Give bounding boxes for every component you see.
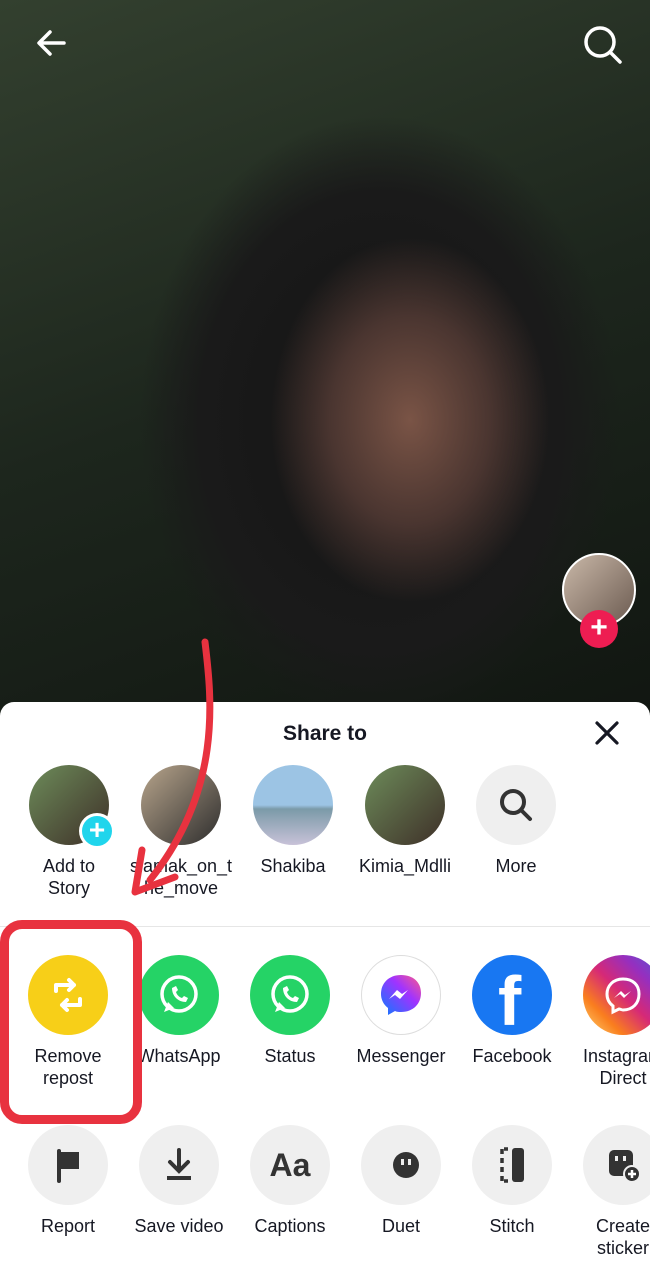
- contact-item[interactable]: siamak_on_the_move: [125, 765, 237, 899]
- captions-icon: Aa: [250, 1125, 330, 1205]
- avatar: [365, 765, 445, 845]
- facebook-icon: f: [472, 955, 552, 1035]
- follow-button[interactable]: +: [580, 610, 618, 648]
- avatar: +: [29, 765, 115, 849]
- whatsapp-icon: [139, 955, 219, 1035]
- app-label: Messenger: [356, 1046, 446, 1066]
- app-label: Facebook: [472, 1046, 552, 1066]
- contact-label: More: [495, 856, 537, 876]
- action-label: Duet: [381, 1216, 421, 1236]
- messenger-icon: [361, 955, 441, 1035]
- search-icon: [476, 765, 556, 845]
- more-contacts-button[interactable]: More: [460, 765, 572, 877]
- whatsapp-icon: [250, 955, 330, 1035]
- contact-label: siamak_on_the_move: [129, 856, 233, 898]
- share-messenger[interactable]: Messenger: [345, 955, 457, 1067]
- action-label: Report: [40, 1216, 96, 1236]
- avatar: [141, 765, 221, 845]
- search-icon: [584, 26, 622, 64]
- report-button[interactable]: Report: [12, 1125, 124, 1237]
- video-background[interactable]: [0, 0, 650, 720]
- app-label: Status: [264, 1046, 316, 1066]
- plus-icon: +: [79, 813, 115, 849]
- download-icon: [139, 1125, 219, 1205]
- avatar: [253, 765, 333, 845]
- action-label: Create sticker: [595, 1216, 650, 1258]
- duet-icon: [361, 1125, 441, 1205]
- app-label: Instagram Direct: [582, 1046, 650, 1088]
- back-button[interactable]: [30, 22, 74, 66]
- contact-label: Add to Story: [42, 856, 96, 898]
- instagram-direct-icon: [583, 955, 650, 1035]
- action-label: Stitch: [489, 1216, 535, 1236]
- duet-button[interactable]: Duet: [345, 1125, 457, 1237]
- close-button[interactable]: [592, 718, 622, 748]
- arrow-left-icon: [37, 30, 66, 56]
- contact-add-to-story[interactable]: + Add to Story: [13, 765, 125, 899]
- annotation-highlight-box: [0, 920, 142, 1124]
- share-instagram-direct[interactable]: Instagram Direct: [567, 955, 650, 1089]
- contact-item[interactable]: Kimia_Mdlli: [349, 765, 461, 877]
- action-label: Save video: [134, 1216, 224, 1236]
- create-sticker-button[interactable]: Create sticker: [567, 1125, 650, 1259]
- contact-item[interactable]: Shakiba: [237, 765, 349, 877]
- sticker-icon: [583, 1125, 650, 1205]
- close-icon: [595, 721, 619, 745]
- captions-button[interactable]: Aa Captions: [234, 1125, 346, 1237]
- share-facebook[interactable]: f Facebook: [456, 955, 568, 1067]
- share-whatsapp-status[interactable]: Status: [234, 955, 346, 1067]
- action-label: Captions: [254, 1216, 326, 1236]
- flag-icon: [28, 1125, 108, 1205]
- stitch-icon: [472, 1125, 552, 1205]
- contact-label: Kimia_Mdlli: [358, 856, 452, 876]
- share-title: Share to: [282, 722, 368, 745]
- search-button[interactable]: [580, 22, 624, 66]
- stitch-button[interactable]: Stitch: [456, 1125, 568, 1237]
- save-video-button[interactable]: Save video: [123, 1125, 235, 1237]
- contact-label: Shakiba: [260, 856, 326, 876]
